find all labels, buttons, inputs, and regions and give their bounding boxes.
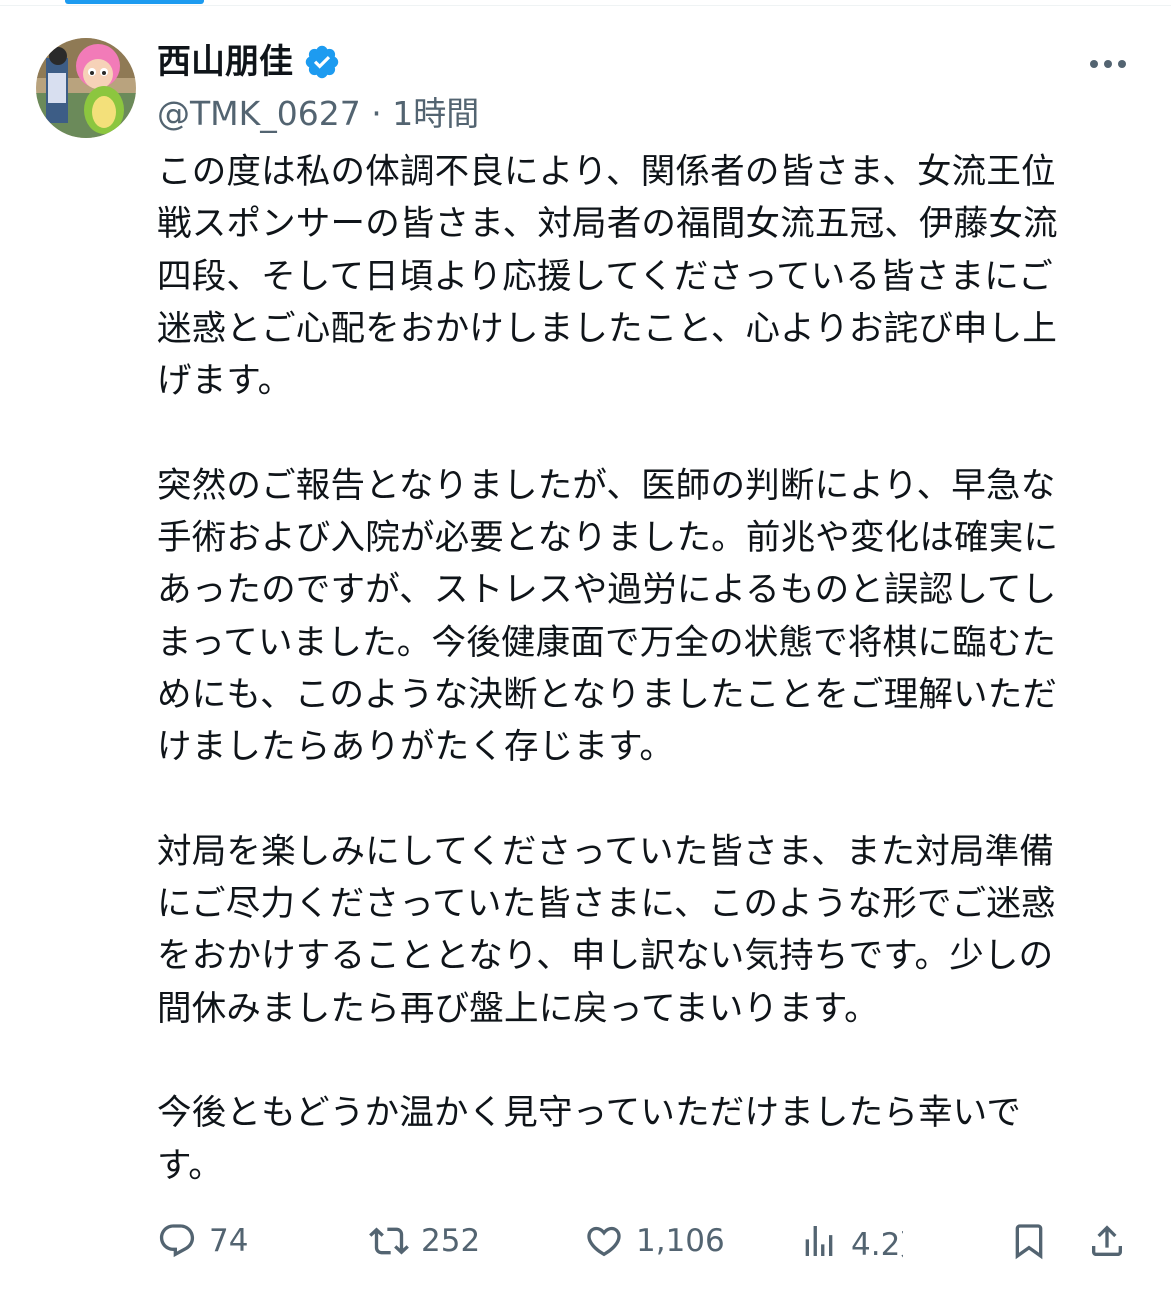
tweet-meta: @TMK_0627 · 1時間 — [157, 92, 479, 136]
more-icon — [1090, 60, 1126, 68]
author-display-name[interactable]: 西山朋佳 — [157, 40, 293, 84]
share-icon — [1092, 1225, 1122, 1256]
text-line: あったのですが、ストレスや過労によるものと誤認してし — [157, 570, 1057, 611]
text-line: めにも、このような決断となりましたことをご理解いただ — [157, 674, 1058, 715]
retweet-count: 252 — [421, 1223, 481, 1259]
tweet-text: この度は私の体調不良により、関係者の皆さま、女流王位 戦スポンサーの皆さま、対局… — [157, 146, 1137, 1192]
share-button[interactable] — [1087, 1214, 1127, 1268]
text-line: まっていました。今後健康面で万全の状態で将棋に臨むた — [157, 622, 1057, 663]
verified-badge-icon — [305, 45, 339, 79]
text-line: 対局を楽しみにしてくださっていた皆さま、また対局準備 — [157, 831, 1055, 872]
text-line: げます。 — [157, 361, 293, 402]
avatar-image — [36, 38, 136, 138]
retweet-button[interactable]: 252 — [369, 1214, 480, 1268]
paragraph-3: 対局を楽しみにしてくださっていた皆さま、また対局準備 にご尽力くださっていた皆さ… — [157, 826, 1137, 1035]
like-count: 1,106 — [636, 1223, 725, 1259]
author-name-row[interactable]: 西山朋佳 — [157, 40, 341, 84]
meta-separator: · — [371, 94, 382, 133]
more-options-button[interactable] — [1080, 44, 1136, 84]
paragraph-4: 今後ともどうか温かく見守っていただけましたら幸いで す。 — [157, 1087, 1137, 1192]
text-line: この度は私の体調不良により、関係者の皆さま、女流王位 — [157, 152, 1056, 192]
tweet-timestamp[interactable]: 1時間 — [392, 94, 479, 133]
text-line: 今後ともどうか温かく見守っていただけましたら幸いで — [157, 1093, 1022, 1134]
reply-count: 74 — [209, 1223, 249, 1259]
paragraph-2: 突然のご報告となりましたが、医師の判断により、早急な 手術および入院が必要となり… — [157, 460, 1137, 774]
text-line: 戦スポンサーの皆さま、対局者の福間女流五冠、伊藤女流 — [157, 204, 1058, 245]
text-line: す。 — [157, 1145, 223, 1186]
text-line: 迷惑とご心配をおかけしましたこと、心よりお詫び申し上 — [157, 308, 1058, 349]
text-line: をおかけすることとなり、申し訳ない気持ちです。少しの — [157, 936, 1054, 977]
like-icon — [587, 1226, 621, 1257]
text-line: にご尽力くださっていた皆さまに、このような形でご迷惑 — [157, 884, 1056, 925]
avatar[interactable] — [36, 38, 136, 138]
text-line: 間休みましたら再び盤上に戻ってまいります。 — [157, 988, 879, 1029]
active-tab-indicator — [65, 0, 204, 4]
retweet-icon — [369, 1227, 409, 1255]
like-button[interactable]: 1,106 — [584, 1214, 725, 1268]
text-line: 手術および入院が必要となりました。前兆や変化は確実に — [157, 518, 1059, 559]
views-button[interactable]: 4.2万 — [799, 1214, 903, 1268]
text-line: 突然のご報告となりましたが、医師の判断により、早急な — [157, 465, 1056, 506]
text-line: 四段、そして日頃より応援してくださっている皆さまにご — [157, 256, 1053, 297]
text-line: けましたらありがたく存じます。 — [157, 727, 675, 768]
bookmark-button[interactable] — [1009, 1214, 1049, 1268]
paragraph-1: この度は私の体調不良により、関係者の皆さま、女流王位 戦スポンサーの皆さま、対局… — [157, 146, 1137, 407]
author-handle[interactable]: @TMK_0627 — [157, 94, 361, 133]
views-count: 4.2万 — [851, 1226, 903, 1263]
reply-button[interactable]: 74 — [157, 1214, 248, 1268]
reply-icon — [159, 1224, 195, 1258]
views-icon — [805, 1226, 833, 1256]
tweet-action-bar: 74 252 1,106 4.2万 — [157, 1214, 1137, 1268]
bookmark-icon — [1015, 1224, 1043, 1260]
